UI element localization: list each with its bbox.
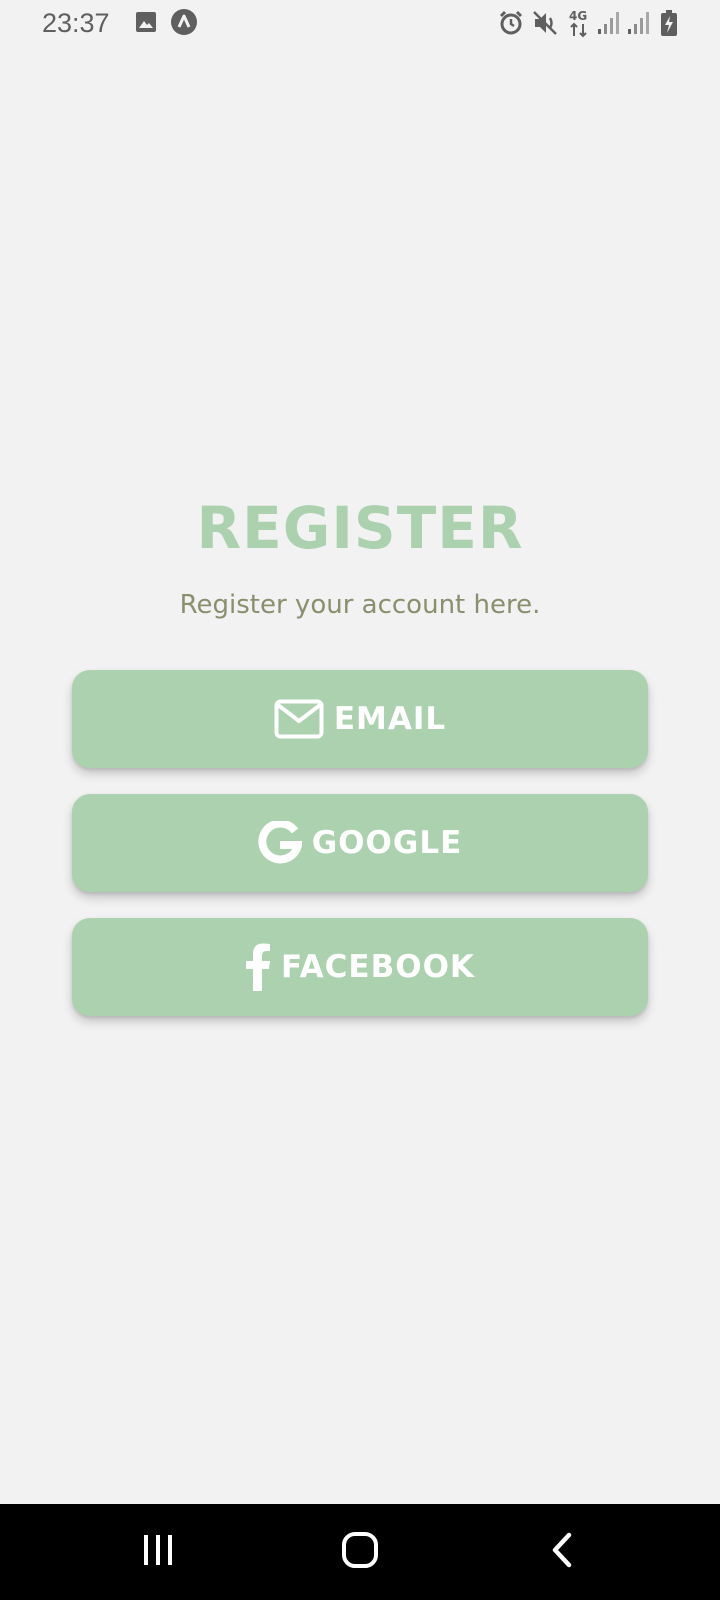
signal-icon-2 [626, 10, 650, 36]
google-icon [258, 821, 302, 865]
email-register-button[interactable]: EMAIL [72, 670, 648, 768]
app-logo-icon [170, 8, 198, 35]
svg-text:4G: 4G [569, 9, 587, 23]
recents-icon [141, 1533, 175, 1572]
back-button[interactable] [502, 1504, 622, 1600]
battery-charging-icon [660, 9, 678, 36]
back-icon [547, 1532, 577, 1573]
envelope-icon [274, 699, 324, 739]
alarm-icon [498, 10, 524, 36]
signal-icon [596, 10, 620, 36]
home-icon [341, 1531, 379, 1574]
recents-button[interactable] [98, 1504, 218, 1600]
status-bar: 23:37 4G [0, 0, 720, 48]
mute-icon [532, 10, 558, 36]
image-icon [134, 10, 158, 36]
status-time: 23:37 [42, 8, 110, 38]
email-button-label: EMAIL [333, 701, 447, 737]
facebook-register-button[interactable]: FACEBOOK [72, 918, 648, 1016]
navigation-bar [0, 1504, 720, 1600]
google-register-button[interactable]: GOOGLE [72, 794, 648, 892]
google-button-label: GOOGLE [311, 825, 463, 861]
home-button[interactable] [300, 1504, 420, 1600]
facebook-icon [245, 943, 271, 991]
4g-data-icon: 4G [568, 8, 590, 38]
facebook-button-label: FACEBOOK [281, 949, 475, 985]
page-subtitle: Register your account here. [179, 590, 541, 620]
page-title: REGISTER [196, 494, 524, 562]
